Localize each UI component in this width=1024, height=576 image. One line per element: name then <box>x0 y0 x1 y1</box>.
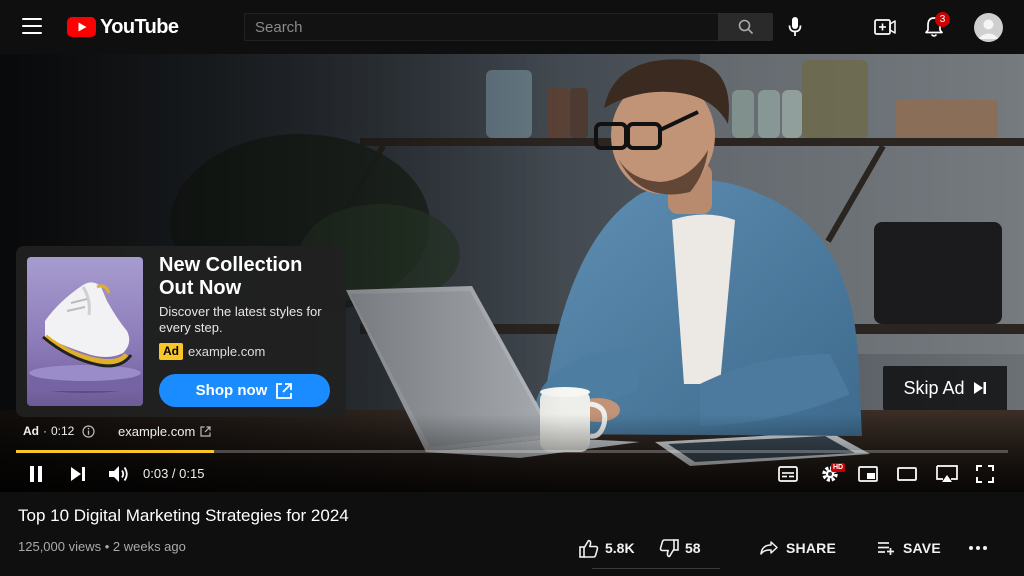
share-button[interactable]: SHARE <box>760 536 836 560</box>
subtitles-button[interactable] <box>776 460 800 488</box>
like-count: 5.8K <box>605 540 635 556</box>
subtitles-icon <box>778 466 798 482</box>
share-label: SHARE <box>786 540 837 556</box>
skip-next-icon <box>973 382 986 394</box>
cast-icon <box>936 465 958 482</box>
more-horizontal-icon <box>969 546 987 550</box>
search-bar <box>244 13 773 41</box>
ad-label-badge: Ad <box>159 343 183 360</box>
fullscreen-icon <box>976 465 994 483</box>
like-button[interactable]: 5.8K <box>579 536 635 560</box>
create-video-icon <box>874 19 896 35</box>
save-label: SAVE <box>903 540 941 556</box>
settings-button[interactable]: HD <box>816 460 846 488</box>
ad-info-domain: example.com <box>118 423 196 439</box>
ad-product-image[interactable] <box>27 257 143 406</box>
search-input[interactable] <box>244 13 718 41</box>
shop-now-label: Shop now <box>195 382 268 399</box>
voice-search-button[interactable] <box>784 14 806 40</box>
hd-badge: HD <box>831 463 846 472</box>
dislike-button[interactable]: 58 <box>659 536 701 560</box>
time-display: 0:03 / 0:15 <box>143 466 205 481</box>
logo-text: YouTube <box>100 15 179 38</box>
video-meta: 125,000 views • 2 weeks ago <box>18 539 186 554</box>
video-player[interactable]: New Collection Out Now Discover the late… <box>0 54 1024 492</box>
ad-domain[interactable]: example.com <box>188 342 265 361</box>
ad-overlay-card[interactable]: New Collection Out Now Discover the late… <box>16 246 346 417</box>
volume-button[interactable] <box>106 460 132 488</box>
miniplayer-icon <box>858 466 878 482</box>
save-button[interactable]: SAVE <box>877 536 941 560</box>
ad-info-separator: · <box>43 424 47 438</box>
thumbs-up-icon <box>579 539 599 558</box>
volume-icon <box>109 466 128 482</box>
external-link-icon <box>276 382 293 399</box>
thumbs-down-icon <box>659 538 679 557</box>
top-bar: YouTube 3 <box>0 0 1024 54</box>
sneaker-illustration <box>29 282 141 393</box>
fullscreen-button[interactable] <box>973 460 997 488</box>
shop-now-button[interactable]: Shop now <box>159 374 330 407</box>
ad-description: Discover the latest styles for every ste… <box>159 304 322 335</box>
pause-icon <box>30 466 42 482</box>
notification-count-badge: 3 <box>935 12 950 27</box>
youtube-logo[interactable]: YouTube <box>67 15 179 39</box>
external-link-icon <box>200 425 211 437</box>
create-button[interactable] <box>873 15 897 39</box>
ad-info: Ad · 0:12 <box>23 423 95 439</box>
ad-info-domain-link[interactable]: example.com <box>118 423 211 439</box>
video-title: Top 10 Digital Marketing Strategies for … <box>18 506 349 525</box>
search-icon <box>738 19 753 35</box>
ad-info-label: Ad <box>23 424 39 438</box>
dislike-count: 58 <box>685 540 701 556</box>
info-icon[interactable] <box>82 424 95 438</box>
rating-divider <box>592 568 720 569</box>
cast-button[interactable] <box>934 460 960 488</box>
pause-button[interactable] <box>24 460 48 488</box>
search-button[interactable] <box>718 13 773 41</box>
next-button[interactable] <box>66 460 90 488</box>
more-actions-button[interactable] <box>968 536 988 560</box>
user-avatar-icon <box>978 19 999 39</box>
ad-progress-fill <box>16 450 215 453</box>
ad-progress-bar[interactable] <box>16 450 1008 453</box>
share-icon <box>760 541 778 555</box>
microphone-icon <box>788 17 802 36</box>
skip-next-icon <box>71 467 85 481</box>
miniplayer-button[interactable] <box>856 460 880 488</box>
ad-countdown: 0:12 <box>51 424 75 438</box>
youtube-play-logo-icon <box>67 17 96 37</box>
save-playlist-icon <box>878 542 894 555</box>
skip-ad-label: Skip Ad <box>903 377 965 398</box>
menu-icon[interactable] <box>22 18 42 34</box>
avatar[interactable] <box>974 13 1003 42</box>
ad-title[interactable]: New Collection Out Now <box>159 254 339 300</box>
theater-mode-icon <box>897 467 917 481</box>
skip-ad-button[interactable]: Skip Ad <box>883 366 1007 410</box>
theater-mode-button[interactable] <box>895 460 919 488</box>
